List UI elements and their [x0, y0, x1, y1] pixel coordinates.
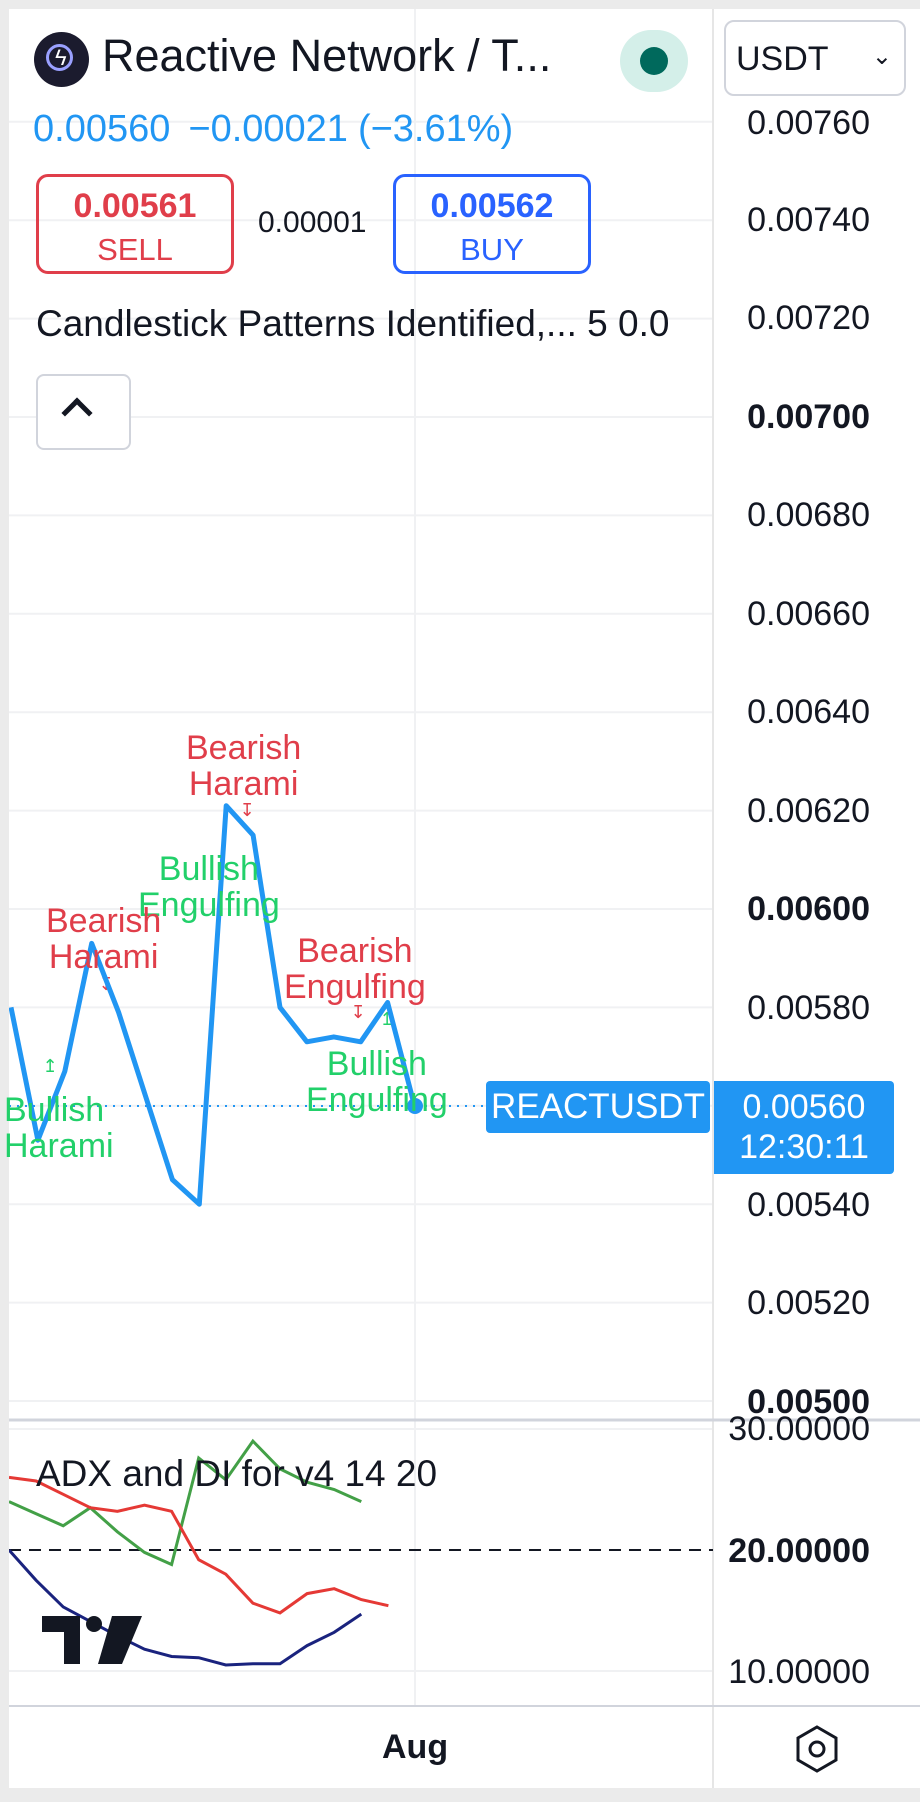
- price-change: −0.00021: [188, 108, 348, 150]
- spread-value: 0.00001: [258, 206, 367, 239]
- price-tick: 0.00740: [747, 201, 870, 239]
- pattern-label-bullish-engulfing: Bullish Engulfing: [306, 1046, 448, 1118]
- time-axis-label: Aug: [382, 1728, 449, 1766]
- price-tick: 0.00520: [747, 1284, 870, 1322]
- price-tick: 0.00760: [747, 104, 870, 142]
- bolt-icon: ϟ: [55, 45, 67, 70]
- bullish-arrow-icon: ↥: [42, 1056, 57, 1076]
- symbol-title[interactable]: Reactive Network / T...: [102, 30, 582, 82]
- quote-line: 0.00560 −0.00021 (−3.61%): [33, 108, 531, 151]
- pattern-label-line: Harami: [48, 938, 159, 976]
- bottom-edge: [0, 1788, 920, 1802]
- indicator-legend[interactable]: Candlestick Patterns Identified,... 5 0.…: [36, 303, 700, 345]
- pattern-label-line: Engulfing: [306, 1081, 448, 1119]
- pattern-label-bearish-harami: Bearish Harami: [46, 903, 161, 975]
- price-tick: 0.00540: [747, 1186, 870, 1224]
- sell-label: SELL: [97, 232, 173, 267]
- sell-price: 0.00561: [73, 187, 197, 225]
- price-tick: 0.00700: [747, 398, 870, 436]
- pattern-label-bullish-harami: Bullish Harami: [4, 1092, 114, 1164]
- chevron-up-icon: [61, 397, 93, 429]
- settings-icon[interactable]: [792, 1724, 842, 1774]
- sell-button[interactable]: 0.00561 SELL: [36, 174, 234, 274]
- reactive-network-logo-icon[interactable]: ϟ: [34, 32, 89, 87]
- last-price-tag: 0.00560 12:30:11: [714, 1081, 894, 1174]
- buy-button[interactable]: 0.00562 BUY: [393, 174, 591, 274]
- pattern-label-line: Bearish: [297, 932, 413, 970]
- pattern-label-bearish-engulfing: Bearish Engulfing: [284, 933, 426, 1005]
- price-tick: 0.00580: [747, 989, 870, 1027]
- pattern-label-line: Bullish: [326, 1045, 427, 1083]
- currency-value: USDT: [736, 40, 829, 78]
- market-status-indicator[interactable]: [620, 30, 688, 92]
- adx-tick: 20.00000: [728, 1532, 870, 1570]
- adx-legend[interactable]: ADX and DI for v4 14 20: [36, 1453, 437, 1495]
- pattern-label-line: Bearish: [186, 729, 302, 767]
- price-tick: 0.00600: [747, 890, 870, 928]
- left-edge: [0, 0, 9, 1802]
- adx-tick: 30.00000: [728, 1410, 870, 1448]
- minus-di-line: [8, 1475, 389, 1615]
- pattern-label-line: Bullish: [4, 1091, 105, 1129]
- chevron-down-icon: ⌄: [871, 43, 892, 70]
- pattern-label-line: Engulfing: [284, 968, 426, 1006]
- market-open-dot-icon: [640, 47, 668, 75]
- adx-tick: 10.00000: [728, 1653, 870, 1691]
- price-tick: 0.00720: [747, 299, 870, 337]
- buy-price: 0.00562: [430, 187, 554, 225]
- pattern-label-line: Harami: [4, 1127, 114, 1165]
- bar-countdown: 12:30:11: [739, 1128, 869, 1166]
- price-tick: 0.00680: [747, 496, 870, 534]
- tradingview-logo-icon[interactable]: [42, 1616, 142, 1664]
- symbol-price-tag: REACTUSDT: [486, 1081, 710, 1133]
- price-change-percent: (−3.61%): [357, 108, 514, 150]
- top-edge: [0, 0, 920, 9]
- last-price-tag-value: 0.00560: [742, 1088, 866, 1126]
- pattern-label-line: Bullish: [158, 850, 259, 888]
- price-tick: 0.00640: [747, 693, 870, 731]
- chart-screen: ↧ ↧ ↧ ↥ ↥ ϟ Reactive Network / T... USDT ⌄ 0…: [0, 0, 920, 1802]
- currency-select[interactable]: USDT ⌄: [724, 20, 906, 96]
- price-tick: 0.00660: [747, 595, 870, 633]
- buy-label: BUY: [460, 232, 524, 267]
- bearish-arrow-icon: ↧: [239, 800, 254, 820]
- pattern-label-line: Harami: [188, 765, 299, 803]
- collapse-legend-button[interactable]: [36, 374, 131, 450]
- pattern-label-bearish-harami: Bearish Harami: [186, 730, 301, 802]
- pattern-label-line: Bearish: [46, 902, 162, 940]
- last-price: 0.00560: [33, 108, 171, 150]
- price-tick: 0.00620: [747, 792, 870, 830]
